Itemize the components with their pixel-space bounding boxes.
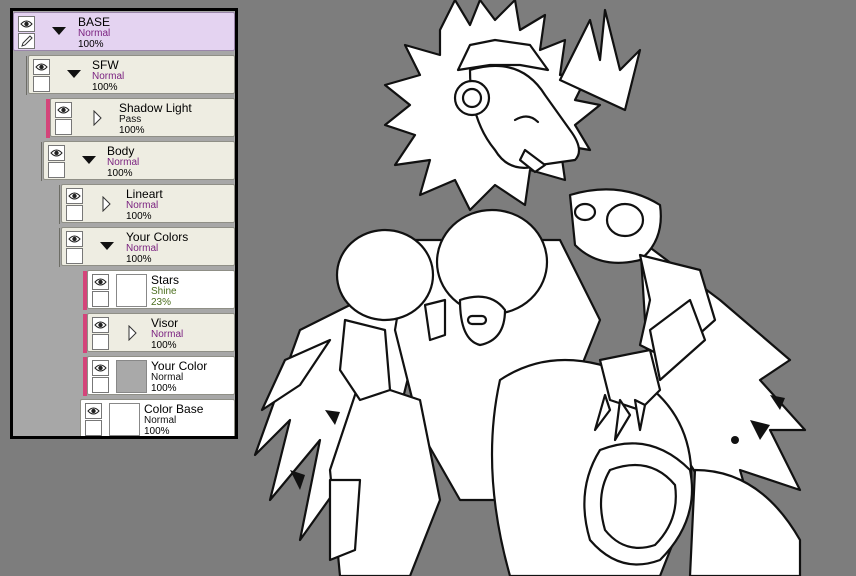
clipping-indicator: [83, 314, 87, 353]
blend-mode: Normal: [92, 71, 125, 82]
visibility-eye-icon[interactable]: [92, 317, 109, 333]
blend-mode: Normal: [144, 415, 177, 426]
visibility-eye-icon[interactable]: [66, 231, 83, 247]
layer-opacity: 100%: [151, 340, 177, 351]
layer-name: BASE: [78, 15, 111, 29]
expand-down-arrow-icon[interactable]: [52, 27, 66, 36]
layer-opacity: 100%: [107, 168, 133, 179]
group-indent-line: [59, 185, 60, 224]
layer-body[interactable]: Body Normal 100%: [41, 141, 235, 181]
layer-opacity: 100%: [92, 82, 118, 93]
visibility-eye-icon[interactable]: [92, 274, 109, 290]
blend-mode: Normal: [107, 157, 140, 168]
blend-mode: Normal: [151, 329, 184, 340]
visibility-eye-icon[interactable]: [18, 16, 35, 32]
group-indent-line: [59, 228, 60, 267]
visibility-eye-icon[interactable]: [92, 360, 109, 376]
layer-opacity: 100%: [126, 254, 152, 265]
clipping-indicator: [83, 357, 87, 396]
layer-base[interactable]: BASE Normal 100%: [13, 12, 235, 51]
layer-your-color[interactable]: Your Color Normal 100%: [83, 356, 235, 396]
layer-stars[interactable]: Stars Shine 23%: [83, 270, 235, 310]
layer-color-base[interactable]: Color Base Normal 100%: [80, 399, 235, 436]
layer-your-colors[interactable]: Your Colors Normal 100%: [59, 227, 235, 267]
layer-name: SFW: [92, 58, 119, 72]
layer-visor[interactable]: Visor Normal 100%: [83, 313, 235, 353]
expand-down-arrow-icon[interactable]: [100, 242, 114, 251]
layer-name: Your Colors: [126, 230, 189, 244]
blend-mode: Normal: [78, 28, 111, 39]
layer-opacity: 100%: [144, 426, 170, 436]
group-indent-line: [26, 56, 27, 95]
clipping-indicator: [46, 99, 50, 138]
layer-sfw[interactable]: SFW Normal 100%: [26, 55, 235, 95]
blend-mode: Shine: [151, 286, 177, 297]
blend-mode: Normal: [126, 200, 159, 211]
collapsed-right-arrow-icon[interactable]: [102, 196, 111, 212]
layers-list[interactable]: BASE Normal 100% SFW Normal 100% Shadow …: [13, 11, 235, 436]
collapsed-right-arrow-icon[interactable]: [128, 325, 137, 341]
layer-opacity: 23%: [151, 297, 172, 308]
layers-panel: BASE Normal 100% SFW Normal 100% Shadow …: [10, 8, 238, 439]
group-indent-line: [41, 142, 42, 181]
expand-down-arrow-icon[interactable]: [67, 70, 81, 79]
pencil-icon[interactable]: [18, 33, 35, 49]
layer-opacity: 100%: [151, 383, 177, 394]
lock-checkbox[interactable]: [48, 162, 65, 178]
lock-checkbox[interactable]: [85, 420, 102, 436]
layer-thumbnail: [116, 274, 147, 307]
visibility-eye-icon[interactable]: [66, 188, 83, 204]
layer-name: Color Base: [144, 402, 204, 416]
layer-shadow-light[interactable]: Shadow Light Pass 100%: [46, 98, 235, 138]
layer-name: Body: [107, 144, 135, 158]
layer-name: Lineart: [126, 187, 163, 201]
visibility-eye-icon[interactable]: [55, 102, 72, 118]
collapsed-right-arrow-icon[interactable]: [93, 110, 102, 126]
layer-name: Shadow Light: [119, 101, 192, 115]
layer-name: Visor: [151, 316, 179, 330]
layer-thumbnail: [116, 360, 147, 393]
visibility-eye-icon[interactable]: [85, 403, 102, 419]
visibility-eye-icon[interactable]: [33, 59, 50, 75]
lock-checkbox[interactable]: [33, 76, 50, 92]
clipping-indicator: [83, 271, 87, 310]
blend-mode: Normal: [151, 372, 184, 383]
layer-opacity: 100%: [78, 39, 104, 50]
chest-left: [335, 228, 435, 322]
lock-checkbox[interactable]: [66, 205, 83, 221]
layer-opacity: 100%: [126, 211, 152, 222]
lock-checkbox[interactable]: [92, 291, 109, 307]
layer-lineart[interactable]: Lineart Normal 100%: [59, 184, 235, 224]
blend-mode: Pass: [119, 114, 142, 125]
layer-opacity: 100%: [119, 125, 145, 136]
lock-checkbox[interactable]: [92, 377, 109, 393]
layer-name: Your Color: [151, 359, 208, 373]
blend-mode: Normal: [126, 243, 159, 254]
lock-checkbox[interactable]: [66, 248, 83, 264]
lock-checkbox[interactable]: [92, 334, 109, 350]
layer-thumbnail: [109, 403, 140, 436]
expand-down-arrow-icon[interactable]: [82, 156, 96, 165]
visibility-eye-icon[interactable]: [48, 145, 65, 161]
layer-name: Stars: [151, 273, 180, 287]
lock-checkbox[interactable]: [55, 119, 72, 135]
